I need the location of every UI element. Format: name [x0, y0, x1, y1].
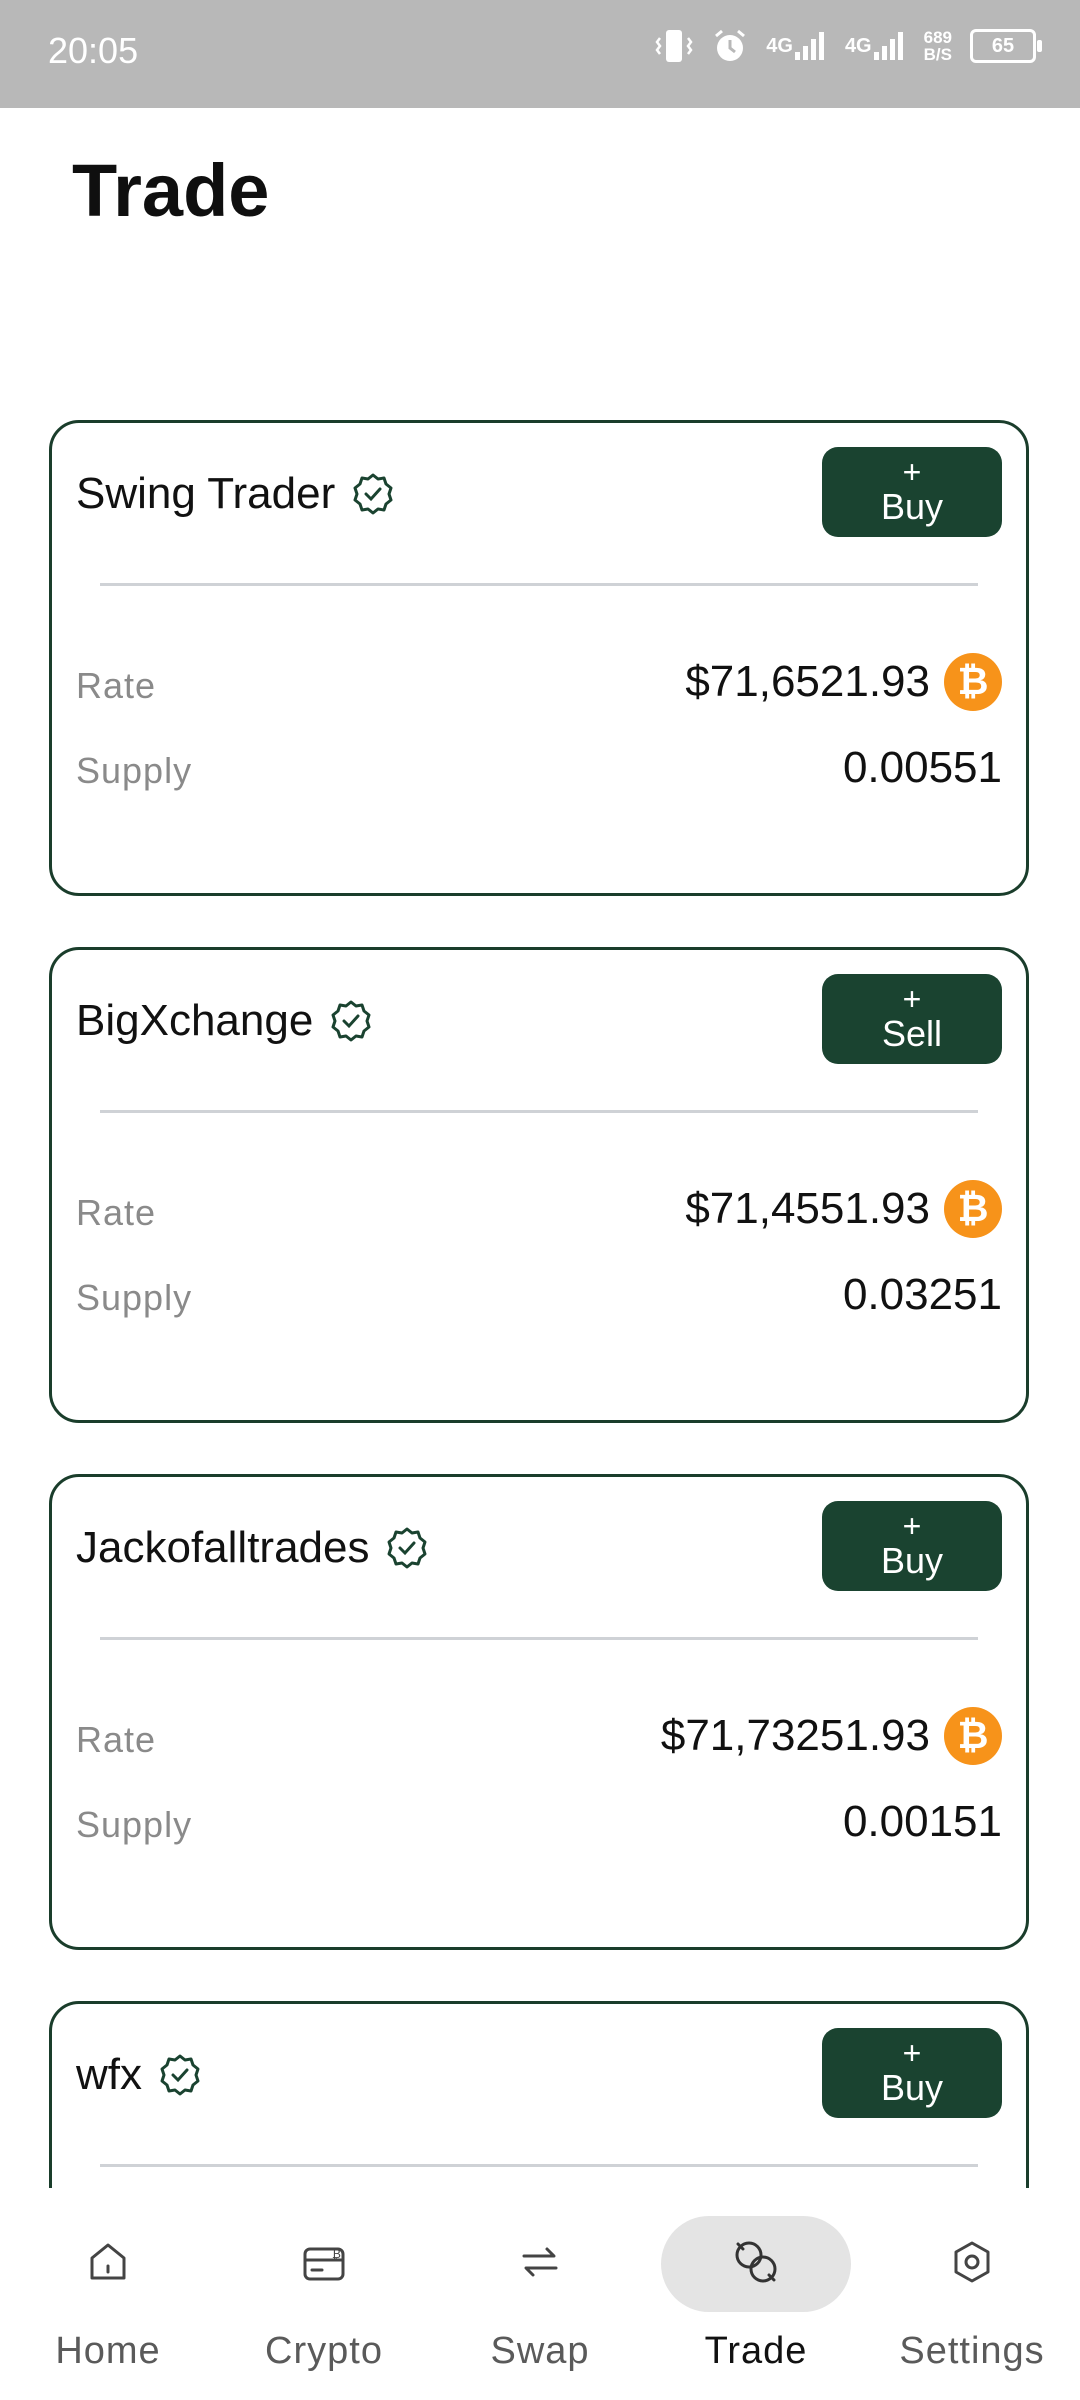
- nav-label-trade: Trade: [704, 2330, 808, 2372]
- status-icons: 4G 4G 689 B/S 65: [654, 28, 1042, 64]
- network-speed: 689 B/S: [923, 28, 952, 64]
- trader-name: wfx: [76, 2050, 202, 2100]
- battery-icon: 65: [970, 29, 1042, 63]
- trade-card[interactable]: Swing Trader + Buy Rate $71,6521.93 ₿ Su…: [49, 420, 1029, 896]
- nav-item-trade[interactable]: Trade: [648, 2216, 864, 2386]
- trade-card[interactable]: wfx + Buy: [49, 2001, 1029, 2188]
- bitcoin-icon: ₿: [944, 1707, 1002, 1765]
- nav-label-swap: Swap: [490, 2330, 590, 2372]
- bitcoin-icon: ₿: [944, 1180, 1002, 1238]
- signal-2-icon: 4G: [845, 30, 906, 62]
- trader-name: Jackofalltrades: [76, 1523, 429, 1573]
- trader-name: Swing Trader: [76, 469, 395, 519]
- supply-value: 0.00551: [842, 743, 1002, 792]
- nav-label-home: Home: [55, 2330, 161, 2372]
- supply-label: Supply: [76, 1277, 193, 1318]
- divider: [100, 2164, 978, 2167]
- divider: [100, 1110, 978, 1113]
- nav-label-settings: Settings: [899, 2330, 1045, 2372]
- nav-label-crypto: Crypto: [265, 2330, 383, 2372]
- trader-name: BigXchange: [76, 996, 373, 1046]
- verified-badge-icon: [329, 999, 373, 1043]
- rate-label: Rate: [76, 1192, 157, 1233]
- trade-icon: [730, 2236, 782, 2293]
- sell-button[interactable]: + Sell: [822, 974, 1002, 1064]
- buy-button[interactable]: + Buy: [822, 2028, 1002, 2118]
- vibrate-icon: [654, 28, 694, 64]
- rate-label: Rate: [76, 665, 157, 706]
- page-title: Trade: [72, 149, 270, 232]
- rate-value: $71,6521.93 ₿: [685, 653, 1002, 711]
- rate-value: $71,4551.93 ₿: [685, 1180, 1002, 1238]
- nav-item-home[interactable]: Home: [0, 2216, 216, 2386]
- settings-icon: [948, 2238, 996, 2291]
- status-bar: 20:05 4G 4G 689 B/S 65: [0, 0, 1080, 108]
- bottom-nav: Home ₿ Crypto Swap Trade Settings: [0, 2188, 1080, 2400]
- verified-badge-icon: [351, 472, 395, 516]
- supply-label: Supply: [76, 1804, 193, 1845]
- home-icon: [84, 2238, 132, 2291]
- crypto-wallet-icon: ₿: [300, 2238, 348, 2291]
- alarm-icon: [712, 28, 748, 64]
- rate-label: Rate: [76, 1719, 157, 1760]
- bitcoin-icon: ₿: [944, 653, 1002, 711]
- rate-value: $71,73251.93 ₿: [661, 1707, 1002, 1765]
- nav-item-swap[interactable]: Swap: [432, 2216, 648, 2386]
- trade-list[interactable]: Swing Trader + Buy Rate $71,6521.93 ₿ Su…: [0, 420, 1080, 2188]
- svg-text:₿: ₿: [332, 2247, 341, 2261]
- supply-value: 0.00151: [842, 1797, 1002, 1846]
- verified-badge-icon: [385, 1526, 429, 1570]
- supply-label: Supply: [76, 750, 193, 791]
- buy-button[interactable]: + Buy: [822, 447, 1002, 537]
- trade-card[interactable]: BigXchange + Sell Rate $71,4551.93 ₿ Sup…: [49, 947, 1029, 1423]
- swap-icon: [516, 2238, 564, 2291]
- status-time: 20:05: [48, 30, 139, 71]
- verified-badge-icon: [158, 2053, 202, 2097]
- signal-1-icon: 4G: [766, 30, 827, 62]
- divider: [100, 1637, 978, 1640]
- trade-card[interactable]: Jackofalltrades + Buy Rate $71,73251.93 …: [49, 1474, 1029, 1950]
- supply-value: 0.03251: [842, 1270, 1002, 1319]
- nav-item-settings[interactable]: Settings: [864, 2216, 1080, 2386]
- divider: [100, 583, 978, 586]
- nav-item-crypto[interactable]: ₿ Crypto: [216, 2216, 432, 2386]
- buy-button[interactable]: + Buy: [822, 1501, 1002, 1591]
